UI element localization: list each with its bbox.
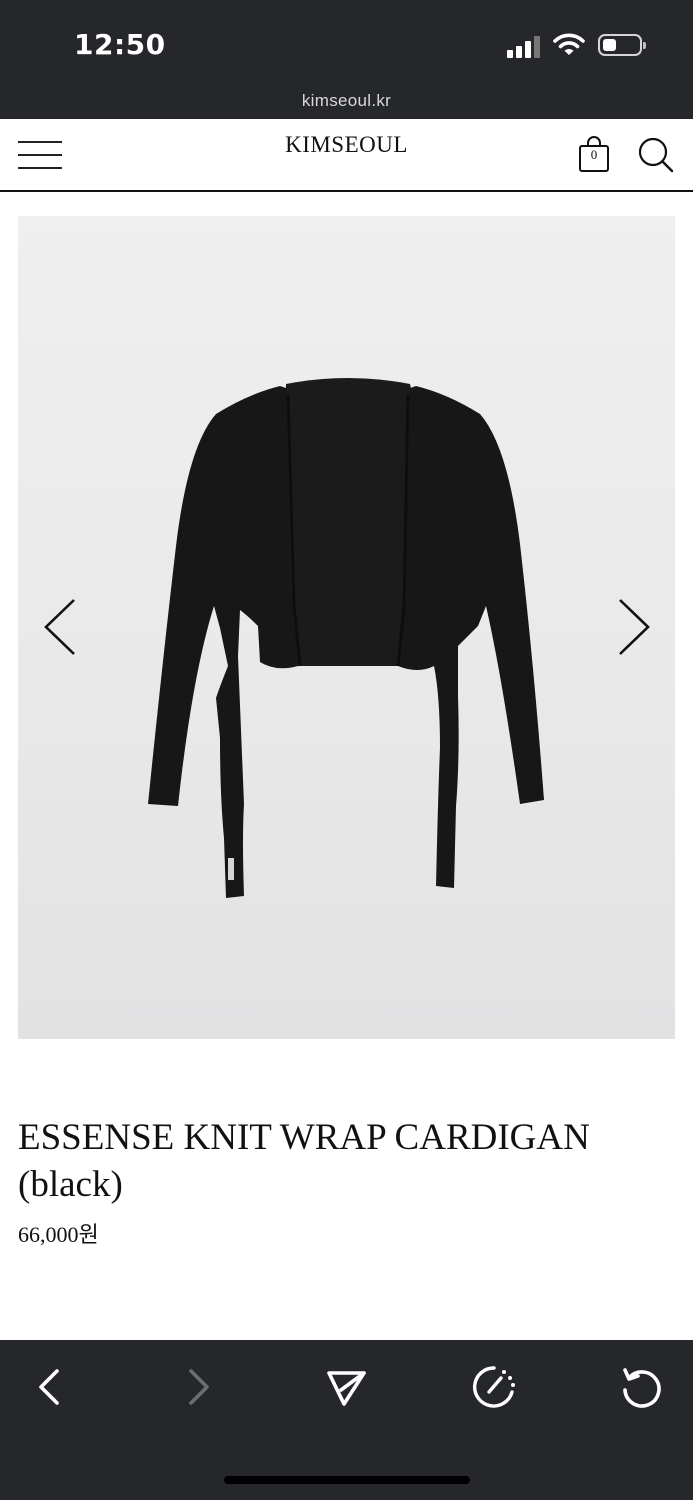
product-title: ESSENSE KNIT WRAP CARDIGAN (black)	[18, 1117, 590, 1205]
product-image[interactable]	[18, 216, 675, 1039]
speed-icon[interactable]	[471, 1364, 517, 1410]
cardigan-photo	[148, 378, 544, 898]
home-indicator[interactable]	[224, 1476, 470, 1484]
forward-icon[interactable]	[176, 1364, 222, 1410]
chevron-right-icon[interactable]	[614, 596, 654, 658]
site-logo-text[interactable]: KIMSEOUL	[285, 132, 408, 157]
hamburger-menu-icon[interactable]	[18, 139, 62, 171]
chevron-left-icon[interactable]	[40, 596, 80, 658]
battery-icon	[598, 34, 646, 56]
cellular-signal-icon	[507, 34, 543, 58]
address-bar-url[interactable]: kimseoul.kr	[0, 91, 693, 111]
site-header: KIMSEOUL 0	[0, 119, 693, 192]
status-time: 12:50	[74, 28, 166, 61]
product-price: 66,000원	[18, 1222, 99, 1247]
cart-count: 0	[590, 147, 598, 162]
share-icon[interactable]	[323, 1364, 369, 1410]
shopping-bag-icon[interactable]: 0	[577, 136, 613, 174]
back-icon[interactable]	[26, 1364, 72, 1410]
reload-icon[interactable]	[619, 1364, 665, 1410]
search-icon[interactable]	[636, 136, 676, 174]
status-bar: 12:50 kimseoul.kr	[0, 0, 693, 119]
wifi-icon	[553, 33, 585, 55]
